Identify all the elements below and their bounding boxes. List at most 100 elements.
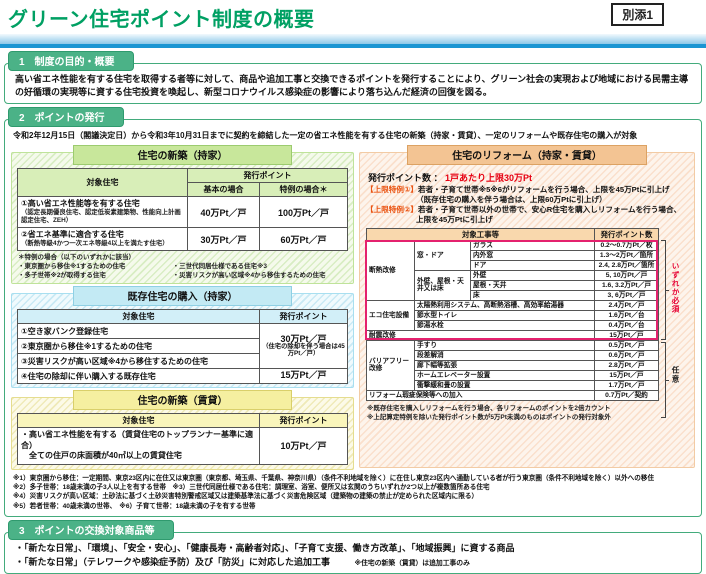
section3-heading: 3 ポイントの交換対象商品等 [8,520,174,540]
col-header-target: 対象住宅 [17,413,260,429]
work-item: リフォーム瑕疵保険等への加入 [366,389,595,401]
note-item: ・三世代同居仕様である住宅※3 [172,262,267,270]
target: ④住宅の除却に伴い購入する既存住宅 [17,368,260,385]
points: 10万Pt／戸 [259,427,348,465]
points: 3, 6万Pt／戸 [594,289,659,301]
required-label: いずれか必須 [671,261,680,314]
reform-special2: 【上限特例②】若者・子育て世帯以外の世帯で、安心R住宅を購入しリフォームを行う場… [360,205,694,225]
col-header-points: 発行ポイント [259,309,348,325]
points: 1.3～2万Pt／箇所 [594,249,659,261]
work-item: 床 [470,289,595,301]
panel-new-rental: 住宅の新築（賃貸） 対象住宅 発行ポイント ・高い省エネ性能を有する（賃貸住宅の… [11,390,354,470]
existing-table: 対象住宅 発行ポイント ①空き家バンク登録住宅 30万Pt／戸 （住宅の除却を伴… [17,309,348,385]
special1-text: 若者・子育て世帯※5※6がリフォームを行う場合、上限を45万Ptに引上げ [418,185,670,195]
work-item: 廊下幅等拡張 [414,359,595,371]
special1-cont: （既存住宅の購入を伴う場合は、上限60万Ptに引上げ） [416,194,607,204]
exchange-item: ・「新たな日常」、「環境」、「安全・安心」、「健康長寿・高齢者対応」、「子育て支… [15,543,515,553]
work-group: バリアフリー改修 [366,339,415,391]
target-main: ①高い省エネ性能等を有する住宅 [21,199,140,209]
points: 5, 10万Pt／戸 [594,269,659,281]
target-line1: ・高い省エネ性能を有する（賃貸住宅のトップランナー基準に適合） [21,430,253,450]
footnote: ※4）災害リスクが高い区域：土砂法に基づく土砂災害特別警戒区域又は建築基準法に基… [13,493,479,501]
rental-table: 対象住宅 発行ポイント ・高い省エネ性能を有する（賃貸住宅のトップランナー基準に… [17,413,348,465]
work-item: 太陽熱利用システム、高断熱浴槽、高効率給湯器 [414,299,595,311]
work-item: ドア [470,259,595,271]
footnote: ※2）多子世帯：18歳未満の子3人以上を有する世帯 ※3）三世代同居仕様である住… [13,483,490,491]
points: 1.7万Pt／戸 [594,379,659,391]
footnote: ※1）東京圏から移住：一定期間、東京23区内に在住又は東京圏（東京都、埼玉県、千… [13,474,655,482]
target-sub: （断熱等級4かつ一次エネ等級4以上を満たす住宅） [21,240,169,248]
col-header-basic: 基本の場合 [187,182,260,198]
table-row: ④住宅の除却に伴い購入する既存住宅 15万Pt／戸 [17,368,348,385]
col-header-target: 対象住宅 [17,309,260,325]
points-special: 60万Pt／戸 [259,227,348,252]
section-point-issue: 2 ポイントの発行 令和2年12月15日（閣議決定日）から令和3年10月31日ま… [0,107,706,517]
new-owner-table: 対象住宅 発行ポイント 基本の場合 特例の場合＊ ①高い省エネ性能等を有する住宅 [17,168,348,252]
panel-existing-purchase: 既存住宅の購入（持家） 対象住宅 発行ポイント ①空き家バンク登録住宅 30万P… [11,286,354,389]
work-item: 屋根・天井 [470,279,595,291]
col-header-points: 発行ポイント数 [594,227,659,241]
page-title: グリーン住宅ポイント制度の概要 [8,9,315,31]
points: 2.4万Pt／戸 [594,299,659,311]
panel-reform-title: 住宅のリフォーム（持家・賃貸） [406,145,648,166]
attachment-badge: 別添1 [611,3,664,26]
points: 0.6万Pt／戸 [594,349,659,361]
col-header-points: 発行ポイント [187,168,348,184]
right-column: 住宅のリフォーム（持家・賃貸） 発行ポイント数 ： 1戸あたり上限30万Pt 【… [359,143,695,469]
table-row: ・高い省エネ性能を有する（賃貸住宅のトップランナー基準に適合） 全ての住戸の床面… [17,427,348,465]
col-header-points: 発行ポイント [259,413,348,429]
points-cap-value: 1戸あたり上限30万Pt [445,173,533,184]
col-header-special: 特例の場合＊ [259,182,348,198]
section2-box: 令和2年12月15日（閣議決定日）から令和3年10月31日までに契約を締結した一… [4,119,702,517]
points: 15万Pt／戸 [594,329,659,341]
reform-note1: ※既存住宅を購入しリフォームを行う場合、各リフォームのポイントを2倍カウント [367,404,611,412]
points: 15万Pt／戸 [594,369,659,381]
rental-note: ※住宅の新築（賃貸）は追加工事のみ [354,559,470,567]
points: 15万Pt／戸 [259,368,348,385]
col-header-target: 対象住宅 [17,168,188,198]
points-sub: （住宅の除却を伴う場合は45万Pt／戸） [262,343,345,358]
points-basic: 30万Pt／戸 [187,227,260,252]
col-header-work: 対象工事等 [366,227,595,241]
work-item: 節湯水栓 [414,319,595,331]
points-special: 100万Pt／戸 [259,196,348,229]
points: 2.4, 2.8万Pt／箇所 [594,259,659,271]
points: 0.5万Pt／戸 [594,339,659,351]
target-main: ②省エネ基準に適合する住宅 [21,230,124,240]
reform-table-wrap: 対象工事等 発行ポイント数 断熱改修 窓・ドア ガラス 0.2～0.7万Pt／枚… [365,227,680,418]
section2-footnotes: ※1）東京圏から移住：一定期間、東京23区内に在住又は東京圏（東京都、埼玉県、千… [5,470,701,516]
points: 1.6万Pt／台 [594,309,659,321]
work-item: 節水型トイレ [414,309,595,321]
reform-note2: ※上記算定特例を除いた発行ポイント数が5万Pt未満のものはポイントの発行対象外 [367,413,611,421]
work-item: ガラス [470,239,595,251]
work-item: ホームエレベーター設置 [414,369,595,381]
optional-label: 任意 [671,365,680,383]
document-page: グリーン住宅ポイント制度の概要 別添1 1 制度の目的・概要 高い省エネ性能を有… [0,0,706,574]
target-sub: （認定長期優良住宅、認定低炭素建築物、性能向上計画認定住宅、ZEH） [21,209,181,225]
points: 1.6, 3.2万Pt／戸 [594,279,659,291]
header-accent-line [0,44,706,48]
work-item: 外壁 [470,269,595,281]
panel-rental-title: 住宅の新築（賃貸） [73,390,292,411]
document-header: グリーン住宅ポイント制度の概要 別添1 [0,0,706,32]
work-item: 衝撃緩和畳の設置 [414,379,595,391]
target-line2: 全ての住戸の床面積が40㎡以上の賃貸住宅 [21,451,182,461]
points: 2.8万Pt／戸 [594,359,659,371]
exchange-item2-line: ・「新たな日常」（テレワークや感染症予防）及び「防災」に対応した追加工事 ※住宅… [15,556,691,570]
note-item: ・多子世帯※2が取得する住宅 [18,271,106,279]
special1-label: 【上限特例①】 [366,185,418,195]
panel-new-owner-title: 住宅の新築（持家） [73,145,292,166]
points-basic: 40万Pt／戸 [187,196,260,229]
target: ②東京圏から移住※1するための住宅 [17,338,260,355]
optional-bracket [661,341,669,418]
table-row: ②省エネ基準に適合する住宅 （断熱等級4かつ一次エネ等級4以上を満たす住宅） 3… [17,227,348,252]
reform-points-cap: 発行ポイント数 ： 1戸あたり上限30万Pt [360,168,694,185]
reform-notes: ※既存住宅を購入しリフォームを行う場合、各リフォームのポイントを2倍カウント ※… [360,403,694,426]
section2-heading: 2 ポイントの発行 [8,107,124,128]
work-group: 断熱改修 [366,239,415,301]
footnote: ※5）若者世帯：40歳未満の世帯、 ※6）子育て世帯：18歳未満の子を有する世帯 [13,502,256,510]
reform-special1: 【上限特例①】若者・子育て世帯※5※6がリフォームを行う場合、上限を45万Ptに… [360,185,694,205]
header-gradient-bar [0,34,706,44]
section1-heading: 1 制度の目的・概要 [8,51,134,71]
points: 0.4万Pt／台 [594,319,659,331]
